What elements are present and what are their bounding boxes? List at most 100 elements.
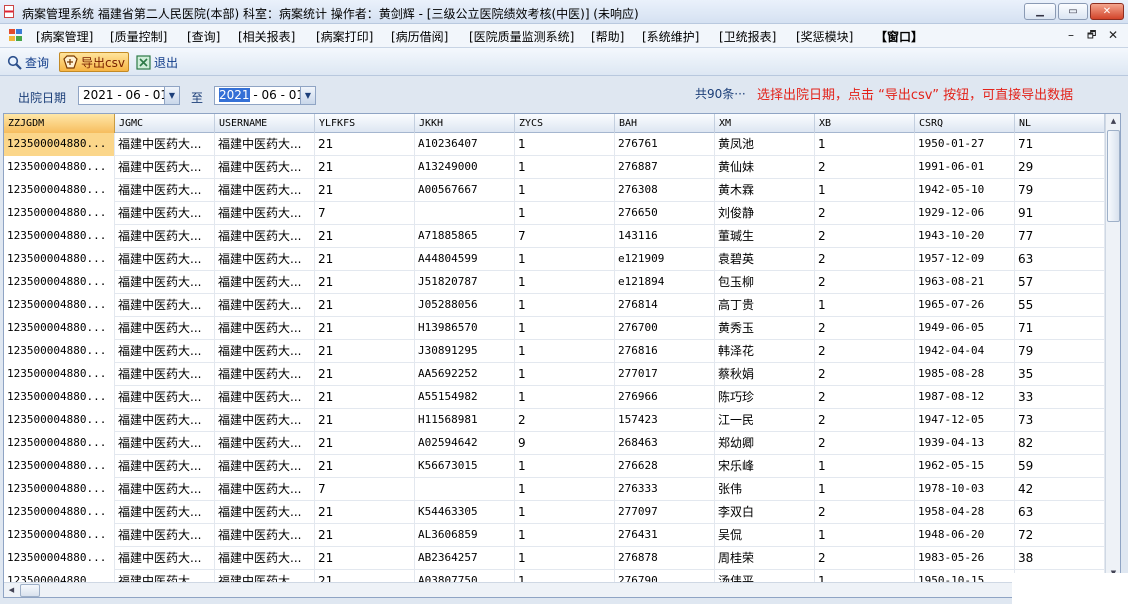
cell-bah[interactable]: 143116 bbox=[615, 225, 715, 248]
cell-ylfkfs[interactable]: 7 bbox=[315, 202, 415, 225]
cell-username[interactable]: 福建中医药大... bbox=[215, 455, 315, 478]
cell-zzjgdm[interactable]: 123500004880... bbox=[4, 202, 115, 225]
table-row[interactable]: 123500004880... 福建中医药大... 福建中医药大... 21 AA569… bbox=[4, 363, 1105, 386]
table-row[interactable]: 123500004880... 福建中医药大... 福建中医药大... 21 H1156… bbox=[4, 409, 1105, 432]
cell-jkkh[interactable]: AB2364257 bbox=[415, 547, 515, 570]
column-header-zycs[interactable]: ZYCS bbox=[515, 114, 615, 133]
cell-xm[interactable]: 黄木霖 bbox=[715, 179, 815, 202]
cell-zzjgdm[interactable]: 123500004880... bbox=[4, 133, 115, 156]
export-csv-button[interactable]: 导出csv bbox=[59, 52, 129, 72]
cell-nl[interactable]: 82 bbox=[1015, 432, 1105, 455]
maximize-button[interactable]: ▭ bbox=[1058, 3, 1088, 20]
cell-nl[interactable]: 42 bbox=[1015, 478, 1105, 501]
cell-xb[interactable]: 2 bbox=[815, 202, 915, 225]
cell-csrq[interactable]: 1987-08-12 bbox=[915, 386, 1015, 409]
cell-bah[interactable]: 276816 bbox=[615, 340, 715, 363]
menu-item-related-reports[interactable]: [相关报表] bbox=[238, 28, 295, 45]
cell-bah[interactable]: 277017 bbox=[615, 363, 715, 386]
cell-xm[interactable]: 蔡秋娟 bbox=[715, 363, 815, 386]
cell-nl[interactable]: 55 bbox=[1015, 294, 1105, 317]
cell-nl[interactable]: 77 bbox=[1015, 225, 1105, 248]
table-row[interactable]: 123500004880... 福建中医药大... 福建中医药大... 21 A0259… bbox=[4, 432, 1105, 455]
cell-nl[interactable]: 71 bbox=[1015, 317, 1105, 340]
cell-bah[interactable]: 268463 bbox=[615, 432, 715, 455]
cell-zycs[interactable]: 9 bbox=[515, 432, 615, 455]
cell-nl[interactable]: 79 bbox=[1015, 340, 1105, 363]
column-header-csrq[interactable]: CSRQ bbox=[915, 114, 1015, 133]
end-date-picker[interactable]: 2021 - 06 - 01 ▼ bbox=[214, 86, 316, 105]
cell-nl[interactable]: 73 bbox=[1015, 409, 1105, 432]
cell-username[interactable]: 福建中医药大... bbox=[215, 271, 315, 294]
menu-item-window[interactable]: 【窗口】 bbox=[875, 28, 923, 45]
cell-xb[interactable]: 2 bbox=[815, 225, 915, 248]
cell-username[interactable]: 福建中医药大... bbox=[215, 156, 315, 179]
cell-zzjgdm[interactable]: 123500004880... bbox=[4, 547, 115, 570]
mdi-restore-button[interactable]: 🗗 bbox=[1087, 28, 1096, 45]
cell-nl[interactable]: 38 bbox=[1015, 547, 1105, 570]
cell-nl[interactable]: 63 bbox=[1015, 248, 1105, 271]
cell-jkkh[interactable]: A00567667 bbox=[415, 179, 515, 202]
cell-zycs[interactable]: 1 bbox=[515, 478, 615, 501]
cell-bah[interactable]: 276333 bbox=[615, 478, 715, 501]
cell-jgmc[interactable]: 福建中医药大... bbox=[115, 547, 215, 570]
cell-csrq[interactable]: 1985-08-28 bbox=[915, 363, 1015, 386]
cell-jkkh[interactable] bbox=[415, 478, 515, 501]
table-row[interactable]: 123500004880... 福建中医药大... 福建中医药大... 21 J3089… bbox=[4, 340, 1105, 363]
cell-zzjgdm[interactable]: 123500004880... bbox=[4, 156, 115, 179]
cell-bah[interactable]: 276431 bbox=[615, 524, 715, 547]
cell-csrq[interactable]: 1965-07-26 bbox=[915, 294, 1015, 317]
cell-jgmc[interactable]: 福建中医药大... bbox=[115, 409, 215, 432]
cell-ylfkfs[interactable]: 21 bbox=[315, 340, 415, 363]
cell-xb[interactable]: 2 bbox=[815, 386, 915, 409]
cell-jgmc[interactable]: 福建中医药大... bbox=[115, 294, 215, 317]
column-header-xb[interactable]: XB bbox=[815, 114, 915, 133]
cell-ylfkfs[interactable]: 21 bbox=[315, 524, 415, 547]
menu-item-case-management[interactable]: [病案管理] bbox=[36, 28, 93, 45]
cell-bah[interactable]: e121894 bbox=[615, 271, 715, 294]
cell-bah[interactable]: 276814 bbox=[615, 294, 715, 317]
cell-ylfkfs[interactable]: 21 bbox=[315, 294, 415, 317]
cell-username[interactable]: 福建中医药大... bbox=[215, 202, 315, 225]
cell-jkkh[interactable]: AL3606859 bbox=[415, 524, 515, 547]
cell-username[interactable]: 福建中医药大... bbox=[215, 179, 315, 202]
cell-zzjgdm[interactable]: 123500004880... bbox=[4, 225, 115, 248]
cell-ylfkfs[interactable]: 21 bbox=[315, 248, 415, 271]
cell-csrq[interactable]: 1950-01-27 bbox=[915, 133, 1015, 156]
cell-csrq[interactable]: 1958-04-28 bbox=[915, 501, 1015, 524]
cell-xb[interactable]: 2 bbox=[815, 271, 915, 294]
cell-username[interactable]: 福建中医药大... bbox=[215, 133, 315, 156]
vertical-scroll-thumb[interactable] bbox=[1107, 130, 1120, 222]
cell-username[interactable]: 福建中医药大... bbox=[215, 409, 315, 432]
cell-jgmc[interactable]: 福建中医药大... bbox=[115, 225, 215, 248]
column-header-nl[interactable]: NL bbox=[1015, 114, 1105, 133]
menu-item-record-borrow[interactable]: [病历借阅] bbox=[391, 28, 448, 45]
cell-xb[interactable]: 2 bbox=[815, 547, 915, 570]
cell-ylfkfs[interactable]: 21 bbox=[315, 455, 415, 478]
cell-zzjgdm[interactable]: 123500004880... bbox=[4, 501, 115, 524]
column-header-bah[interactable]: BAH bbox=[615, 114, 715, 133]
cell-jkkh[interactable]: A10236407 bbox=[415, 133, 515, 156]
cell-jgmc[interactable]: 福建中医药大... bbox=[115, 179, 215, 202]
table-row[interactable]: 123500004880... 福建中医药大... 福建中医药大... 21 AL360… bbox=[4, 524, 1105, 547]
cell-xm[interactable]: 包玉柳 bbox=[715, 271, 815, 294]
cell-nl[interactable]: 33 bbox=[1015, 386, 1105, 409]
horizontal-scroll-thumb[interactable] bbox=[20, 584, 40, 597]
cell-jkkh[interactable]: AA5692252 bbox=[415, 363, 515, 386]
cell-nl[interactable]: 35 bbox=[1015, 363, 1105, 386]
cell-ylfkfs[interactable]: 21 bbox=[315, 133, 415, 156]
cell-zycs[interactable]: 1 bbox=[515, 455, 615, 478]
cell-nl[interactable]: 71 bbox=[1015, 133, 1105, 156]
cell-zycs[interactable]: 1 bbox=[515, 524, 615, 547]
cell-bah[interactable]: 276878 bbox=[615, 547, 715, 570]
cell-jkkh[interactable]: H13986570 bbox=[415, 317, 515, 340]
cell-jkkh[interactable]: K56673015 bbox=[415, 455, 515, 478]
cell-username[interactable]: 福建中医药大... bbox=[215, 225, 315, 248]
table-row[interactable]: 123500004880... 福建中医药大... 福建中医药大... 21 K5446… bbox=[4, 501, 1105, 524]
chevron-down-icon[interactable]: ▼ bbox=[300, 87, 315, 104]
menu-item-reward-module[interactable]: [奖惩模块] bbox=[796, 28, 853, 45]
cell-xm[interactable]: 郑幼卿 bbox=[715, 432, 815, 455]
cell-xm[interactable]: 陈巧珍 bbox=[715, 386, 815, 409]
cell-bah[interactable]: 276650 bbox=[615, 202, 715, 225]
cell-zycs[interactable]: 7 bbox=[515, 225, 615, 248]
cell-xm[interactable]: 江一民 bbox=[715, 409, 815, 432]
